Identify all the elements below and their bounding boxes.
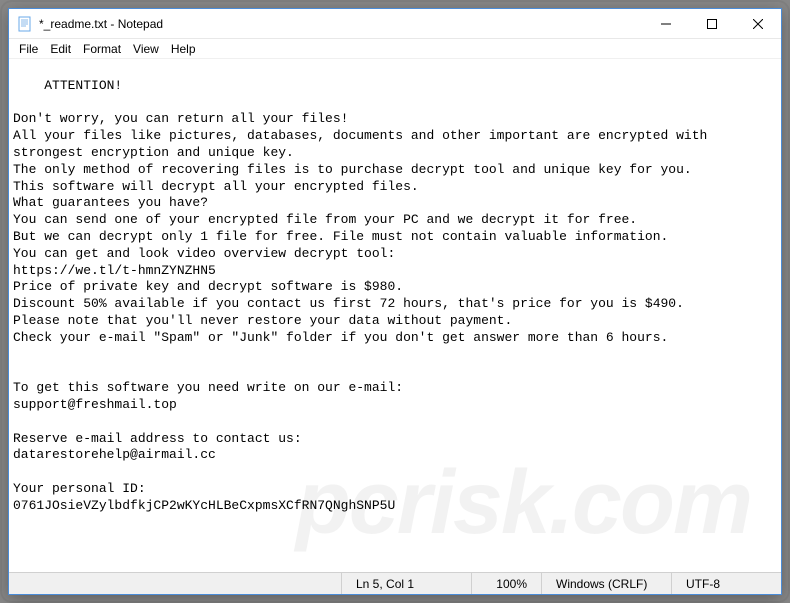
window-title: *_readme.txt - Notepad [39, 17, 643, 31]
menu-view[interactable]: View [127, 41, 165, 57]
menu-file[interactable]: File [13, 41, 44, 57]
menu-format[interactable]: Format [77, 41, 127, 57]
statusbar: Ln 5, Col 1 100% Windows (CRLF) UTF-8 [9, 572, 781, 594]
menu-help[interactable]: Help [165, 41, 202, 57]
menubar: File Edit Format View Help [9, 39, 781, 59]
minimize-button[interactable] [643, 9, 689, 39]
titlebar: *_readme.txt - Notepad [9, 9, 781, 39]
menu-edit[interactable]: Edit [44, 41, 77, 57]
window-controls [643, 9, 781, 38]
notepad-window: *_readme.txt - Notepad File Edit Format … [8, 8, 782, 595]
maximize-button[interactable] [689, 9, 735, 39]
close-button[interactable] [735, 9, 781, 39]
document-text: ATTENTION! Don't worry, you can return a… [13, 78, 715, 513]
status-line-ending: Windows (CRLF) [541, 573, 671, 594]
status-zoom: 100% [471, 573, 541, 594]
notepad-app-icon [17, 16, 33, 32]
text-editor[interactable]: ATTENTION! Don't worry, you can return a… [9, 59, 781, 572]
status-encoding: UTF-8 [671, 573, 781, 594]
status-cursor-position: Ln 5, Col 1 [341, 573, 471, 594]
